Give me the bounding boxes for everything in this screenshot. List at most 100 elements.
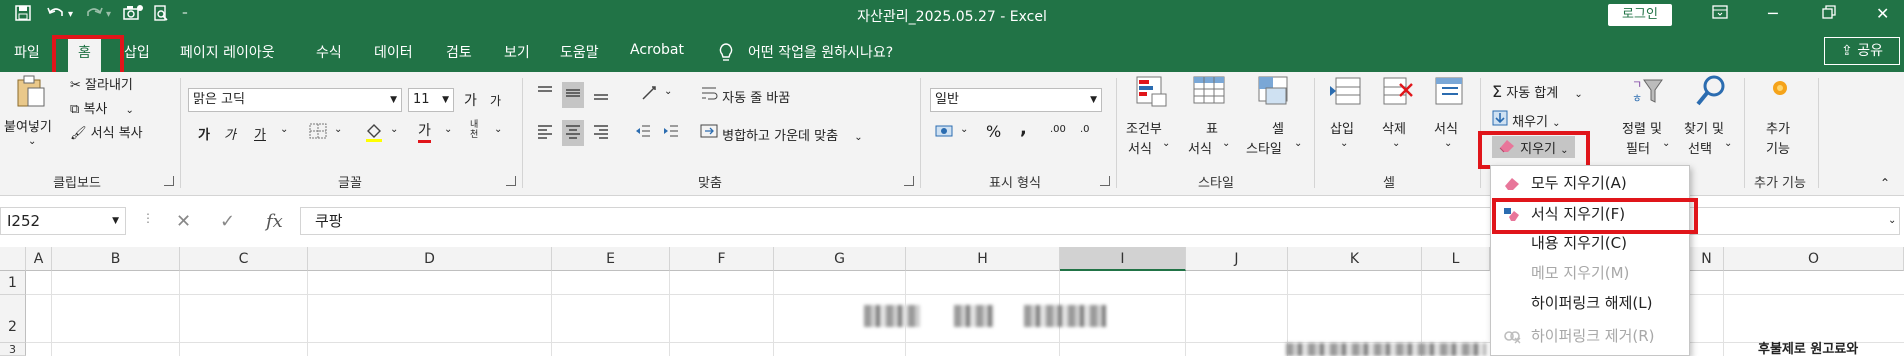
merge-center-button[interactable]: 병합하고 가운데 맞춤 ⌄ [700, 122, 863, 144]
font-launcher-icon[interactable] [506, 176, 516, 186]
tab-view[interactable]: 보기 [504, 42, 530, 62]
font-name-select[interactable]: 맑은 고딕 ▼ [188, 88, 402, 112]
column-header[interactable]: N [1690, 247, 1724, 271]
tell-me-search[interactable]: 어떤 작업을 원하시나요? [748, 42, 893, 62]
column-header[interactable]: C [180, 247, 308, 271]
column-header[interactable]: J [1186, 247, 1288, 271]
bold-button[interactable]: 가 [198, 124, 210, 143]
column-header[interactable]: E [552, 247, 670, 271]
column-header[interactable]: O [1724, 247, 1904, 271]
column-header[interactable]: L [1422, 247, 1490, 271]
conditional-format-button[interactable]: 조건부 서식 ⌄ [1124, 74, 1178, 166]
tab-help[interactable]: 도움말 [560, 42, 599, 62]
login-button[interactable]: 로그인 [1608, 4, 1672, 26]
row-header[interactable]: 2 [0, 295, 26, 343]
find-select-button[interactable]: 찾기 및 선택 ⌄ [1682, 74, 1738, 166]
grow-font-button[interactable]: 가 [464, 90, 477, 110]
fill-color-icon[interactable] [364, 122, 384, 146]
accounting-format-icon[interactable] [934, 122, 956, 144]
format-as-table-button[interactable]: 표 서식 ⌄ [1184, 74, 1238, 166]
row-header[interactable]: 1 [0, 271, 26, 295]
confirm-entry-icon[interactable]: ✓ [220, 211, 235, 232]
underline-button[interactable]: 가 [254, 124, 266, 143]
clear-hyperlinks-item[interactable]: 하이퍼링크 해제(L) [1491, 288, 1689, 318]
align-left-icon[interactable] [536, 122, 554, 144]
tab-file[interactable]: 파일 [14, 42, 40, 62]
column-header[interactable]: F [670, 247, 774, 271]
shrink-font-button[interactable]: 가 [490, 92, 501, 109]
increase-indent-icon[interactable] [662, 122, 680, 144]
comma-style-button[interactable]: , [1020, 118, 1027, 139]
tab-review[interactable]: 검토 [446, 42, 472, 62]
column-header[interactable]: A [26, 247, 52, 271]
column-header[interactable]: K [1288, 247, 1422, 271]
tab-page-layout[interactable]: 페이지 레이아웃 [180, 42, 275, 62]
row-header[interactable]: 3 [0, 343, 26, 356]
font-color-button[interactable]: 가 [418, 120, 431, 143]
autosum-button[interactable]: Σ 자동 합계 ⌄ [1492, 82, 1583, 101]
align-middle-icon[interactable] [562, 82, 584, 108]
format-painter-button[interactable]: 🖌 서식 복사 [70, 122, 143, 141]
cancel-entry-icon[interactable]: ✕ [176, 211, 191, 232]
tab-acrobat[interactable]: Acrobat [630, 42, 684, 58]
close-icon[interactable]: ✕ [1876, 2, 1889, 26]
clear-all-item[interactable]: 모두 지우기(A) [1491, 168, 1689, 198]
tab-insert[interactable]: 삽입 [124, 42, 150, 62]
insert-cells-button[interactable]: 삽입 ⌄ [1324, 74, 1368, 166]
clipboard-launcher-icon[interactable] [164, 176, 174, 186]
alignment-launcher-icon[interactable] [904, 176, 914, 186]
column-header[interactable]: H [906, 247, 1060, 271]
column-header-selected[interactable]: I [1060, 247, 1186, 271]
italic-button[interactable]: 가 [224, 124, 236, 143]
orientation-icon[interactable] [640, 84, 662, 106]
collapse-ribbon-icon[interactable]: ⌃ [1880, 176, 1890, 190]
borders-icon[interactable] [308, 122, 328, 144]
orientation-dropdown-icon[interactable]: ⌄ [664, 86, 672, 97]
name-box[interactable]: I252 ▼ [0, 207, 126, 235]
column-header[interactable]: G [774, 247, 906, 271]
decrease-decimal-button[interactable]: .0 [1080, 124, 1090, 135]
underline-dropdown-icon[interactable]: ⌄ [280, 124, 288, 135]
select-all-corner[interactable] [0, 247, 26, 271]
column-header[interactable]: D [308, 247, 552, 271]
wrap-text-button[interactable]: 자동 줄 바꿈 [700, 84, 790, 106]
format-cells-button[interactable]: 서식 ⌄ [1428, 74, 1472, 166]
font-size-select[interactable]: 11 ▼ [408, 88, 454, 112]
format-as-table-label-2: 서식 [1188, 142, 1212, 157]
accounting-dropdown-icon[interactable]: ⌄ [960, 124, 968, 135]
addins-button[interactable]: 추가 기능 [1758, 74, 1802, 166]
number-launcher-icon[interactable] [1100, 176, 1110, 186]
share-button[interactable]: ⇪ 공유 [1824, 37, 1900, 65]
fill-button[interactable]: 채우기 ⌄ [1492, 110, 1561, 130]
ribbon-display-options-icon[interactable] [1712, 2, 1728, 26]
column-header[interactable]: B [52, 247, 180, 271]
clear-dropdown-menu: 모두 지우기(A) 서식 지우기(F) 내용 지우기(C) 메모 지우기(M) … [1490, 165, 1690, 356]
decrease-indent-icon[interactable] [634, 122, 652, 144]
delete-cells-button[interactable]: 삭제 ⌄ [1376, 74, 1420, 166]
percent-style-button[interactable]: % [986, 122, 1001, 141]
number-format-select[interactable]: 일반 ▼ [930, 88, 1102, 112]
tab-data[interactable]: 데이터 [374, 42, 413, 62]
expand-formula-bar-icon[interactable]: ⌄ [1888, 215, 1896, 226]
sort-filter-button[interactable]: ㄱㅎ 정렬 및 필터 ⌄ [1620, 74, 1676, 166]
fill-color-dropdown-icon[interactable]: ⌄ [390, 124, 398, 135]
tab-formulas[interactable]: 수식 [316, 42, 342, 62]
align-right-icon[interactable] [592, 122, 610, 144]
borders-dropdown-icon[interactable]: ⌄ [334, 124, 342, 135]
cell-styles-icon [1258, 76, 1288, 105]
cut-button[interactable]: ✂ 잘라내기 [70, 74, 133, 93]
increase-decimal-button[interactable]: .00 [1050, 124, 1066, 135]
font-color-dropdown-icon[interactable]: ⌄ [444, 124, 452, 135]
restore-icon[interactable] [1822, 2, 1836, 26]
insert-function-button[interactable]: fx [266, 211, 283, 232]
phonetic-button[interactable]: 내천 [470, 120, 486, 140]
minimize-icon[interactable]: ─ [1768, 2, 1778, 26]
phonetic-dropdown-icon[interactable]: ⌄ [494, 124, 502, 135]
paste-button[interactable]: 붙여넣기 ⌄ [4, 74, 60, 158]
copy-button[interactable]: ⧉ 복사 ⌄ [70, 98, 134, 117]
align-bottom-icon[interactable] [592, 84, 610, 106]
cell-styles-button[interactable]: 셀 스타일 ⌄ [1242, 74, 1306, 166]
align-center-icon[interactable] [562, 120, 584, 146]
align-top-icon[interactable] [536, 84, 554, 106]
sort-filter-label-2: 필터 [1626, 142, 1650, 157]
